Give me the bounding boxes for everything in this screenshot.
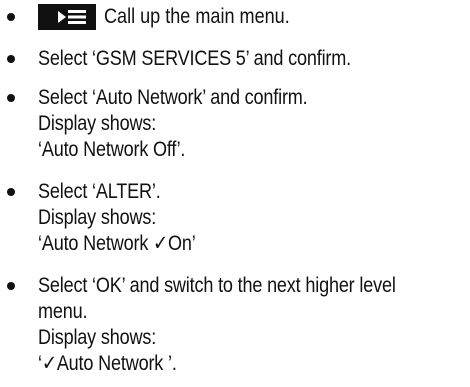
- step-line: Display shows:: [38, 206, 157, 229]
- instruction-list: Call up the main menu. Select ‘GSM SERVI…: [0, 0, 470, 387]
- bullet: [7, 282, 15, 290]
- step-line: menu.: [38, 300, 88, 323]
- display-text: ‘Auto Network: [38, 232, 154, 255]
- bullet: [7, 13, 15, 21]
- display-text: On’: [168, 232, 196, 255]
- step-line: Display shows:: [38, 112, 157, 135]
- step-text: Select ‘Auto Network’ and confirm. Displ…: [38, 85, 308, 163]
- step-text: Select ‘ALTER’. Display shows: ‘Auto Net…: [38, 179, 196, 257]
- step-line: ‘Auto Network Off’.: [38, 138, 186, 161]
- step-line: Select ‘ALTER’.: [38, 180, 161, 203]
- step-text: Select ‘OK’ and switch to the next highe…: [38, 273, 396, 377]
- display-text: Auto Network ’.: [56, 352, 177, 375]
- checkmark-icon: ✓: [41, 352, 57, 375]
- checkmark-icon: ✓: [153, 232, 169, 255]
- bullet: [7, 55, 15, 63]
- step-line: ‘✓Auto Network ’.: [38, 351, 396, 377]
- step-line: ‘Auto Network ✓On’: [38, 231, 196, 257]
- step-line: Display shows:: [38, 326, 157, 349]
- menu-key-icon: [38, 4, 96, 30]
- bullet: [7, 188, 15, 196]
- step-text: Call up the main menu.: [104, 5, 290, 28]
- bullet: [7, 94, 15, 102]
- step-text: Select ‘GSM SERVICES 5’ and confirm.: [38, 47, 351, 70]
- step-line: Select ‘Auto Network’ and confirm.: [38, 86, 308, 109]
- step-line: Select ‘OK’ and switch to the next highe…: [38, 274, 396, 297]
